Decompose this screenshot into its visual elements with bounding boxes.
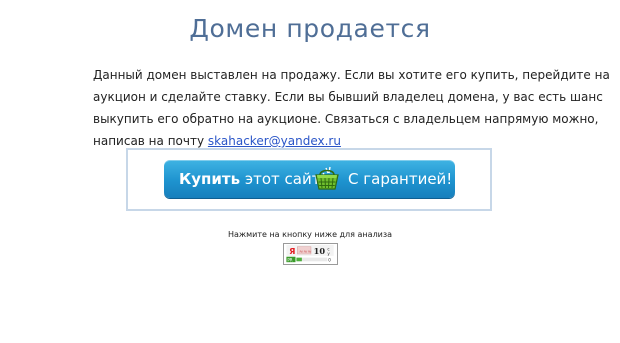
owner-email-link[interactable]: skahacker@yandex.ru — [208, 134, 341, 148]
yandex-tic-counter-icon[interactable]: Я ≈≈≈ 10 c y PR 0 — [283, 243, 338, 265]
guarantee-label: С гарантией! — [348, 170, 453, 188]
buy-label-bold: Купить — [179, 170, 241, 188]
description-line: выкупить его обратно на аукционе. Связат… — [93, 112, 599, 126]
svg-text:0: 0 — [328, 258, 331, 263]
analysis-hint: Нажмите на кнопку ниже для анализа — [227, 230, 393, 239]
counter-value: 10 — [314, 246, 326, 256]
svg-text:PR: PR — [287, 258, 292, 263]
counter-letter: Я — [289, 246, 295, 256]
description-line: аукцион и сделайте ставку. Если вы бывши… — [93, 90, 603, 104]
page-title: Домен продается — [189, 14, 431, 43]
buy-button-label: Купить этот сайт! — [179, 170, 326, 188]
sale-description: Данный домен выставлен на продажу. Если … — [93, 64, 610, 152]
svg-text:≈≈≈: ≈≈≈ — [299, 249, 312, 255]
contact-prefix: написав на почту — [93, 134, 205, 148]
description-line: Данный домен выставлен на продажу. Если … — [93, 68, 610, 82]
basket-icon — [315, 166, 339, 190]
buy-site-button[interactable]: Купить этот сайт! С гарантией! — [164, 160, 455, 198]
